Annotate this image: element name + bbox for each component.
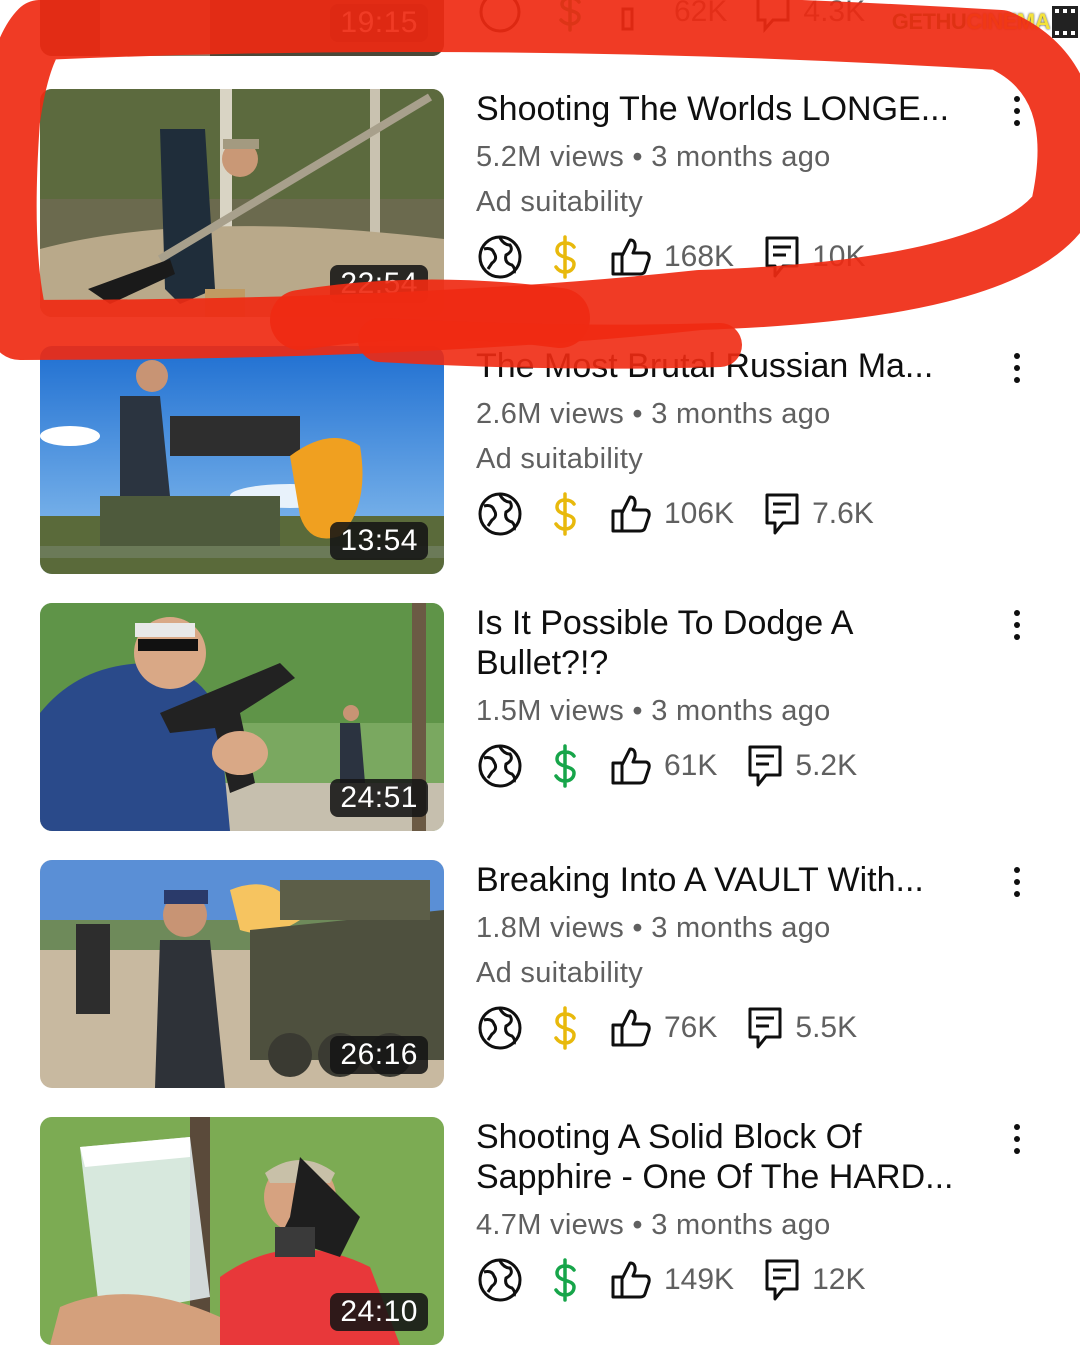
view-count: 4.7M views (476, 1209, 625, 1241)
video-row-partial[interactable]: 19:15 62K 4.3K (0, 0, 1080, 58)
dollar-icon[interactable] (550, 1256, 580, 1304)
video-row[interactable]: 22:54 Shooting The Worlds LONGE... 5.2M … (0, 89, 1080, 319)
comment-icon[interactable] (764, 1258, 800, 1302)
globe-icon[interactable] (476, 233, 524, 281)
dollar-icon[interactable] (550, 233, 580, 281)
view-count: 1.5M views (476, 695, 625, 727)
meta-separator: • (632, 141, 652, 173)
video-stats: 168K 10K (476, 233, 865, 281)
dollar-icon[interactable] (550, 742, 580, 790)
upload-age: 3 months ago (651, 398, 831, 430)
video-row[interactable]: 26:16 Breaking Into A VAULT With... 1.8M… (0, 860, 1080, 1090)
thumbs-up-icon[interactable] (610, 236, 652, 278)
dollar-icon (546, 0, 594, 34)
like-count: 76K (664, 1011, 718, 1044)
video-stats: 76K 5.5K (476, 1004, 857, 1052)
thumbs-up-icon[interactable] (610, 745, 652, 787)
comment-icon[interactable] (764, 235, 800, 279)
dollar-icon[interactable] (550, 1004, 580, 1052)
comment-icon (755, 0, 791, 33)
comment-icon[interactable] (747, 1006, 783, 1050)
video-thumbnail[interactable]: 24:51 (40, 603, 444, 831)
more-vert-icon[interactable] (1004, 605, 1030, 645)
video-duration: 24:51 (330, 779, 428, 817)
video-stats: 149K 12K (476, 1256, 865, 1304)
meta-separator: • (632, 398, 652, 430)
video-row[interactable]: 13:54 The Most Brutal Russian Ma... 2.6M… (0, 346, 1080, 576)
video-stats: 62K 4.3K (476, 0, 865, 36)
upload-age: 3 months ago (651, 695, 831, 727)
thumbs-up-icon (620, 0, 662, 33)
video-duration: 26:16 (330, 1036, 428, 1074)
comment-icon[interactable] (747, 744, 783, 788)
video-thumbnail[interactable]: 22:54 (40, 89, 444, 317)
globe-icon[interactable] (476, 1256, 524, 1304)
video-thumbnail[interactable]: 13:54 (40, 346, 444, 574)
video-title[interactable]: Is It Possible To Dodge A Bullet?!? (476, 603, 946, 683)
dollar-icon[interactable] (550, 490, 580, 538)
comment-icon[interactable] (764, 492, 800, 536)
globe-icon (476, 0, 524, 34)
globe-icon[interactable] (476, 1004, 524, 1052)
video-meta: 1.5M views • 3 months ago (476, 695, 831, 728)
thumbs-up-icon[interactable] (610, 1259, 652, 1301)
globe-icon[interactable] (476, 742, 524, 790)
video-duration: 13:54 (330, 522, 428, 560)
more-vert-icon[interactable] (1004, 91, 1030, 131)
video-meta: 1.8M views • 3 months ago (476, 912, 831, 945)
more-vert-icon[interactable] (1004, 1119, 1030, 1159)
upload-age: 3 months ago (651, 141, 831, 173)
meta-separator: • (632, 695, 652, 727)
comment-count: 7.6K (812, 497, 874, 530)
globe-icon[interactable] (476, 490, 524, 538)
video-meta: 5.2M views • 3 months ago (476, 141, 831, 174)
like-count: 106K (664, 497, 735, 530)
thumbs-up-icon[interactable] (610, 1007, 652, 1049)
video-thumbnail[interactable]: 24:10 (40, 1117, 444, 1345)
video-title[interactable]: Breaking Into A VAULT With... (476, 860, 1006, 900)
meta-separator: • (632, 912, 652, 944)
video-duration: 24:10 (330, 1293, 428, 1331)
video-thumbnail[interactable]: 26:16 (40, 860, 444, 1088)
meta-separator: • (632, 1209, 652, 1241)
more-vert-icon[interactable] (1004, 348, 1030, 388)
comment-count: 5.2K (795, 749, 858, 782)
thumbs-up-icon[interactable] (610, 493, 652, 535)
video-row[interactable]: 24:51 Is It Possible To Dodge A Bullet?!… (0, 603, 1080, 833)
like-count: 149K (664, 1263, 735, 1296)
video-title[interactable]: The Most Brutal Russian Ma... (476, 346, 1006, 386)
ad-suitability[interactable]: Ad suitability (476, 186, 643, 219)
comment-count: 5.5K (795, 1011, 858, 1044)
video-meta: 2.6M views • 3 months ago (476, 398, 831, 431)
video-duration: 19:15 (330, 4, 428, 42)
upload-age: 3 months ago (651, 912, 831, 944)
ad-suitability[interactable]: Ad suitability (476, 443, 643, 476)
comment-count: 4.3K (803, 0, 866, 28)
video-title[interactable]: Shooting The Worlds LONGE... (476, 89, 1006, 129)
video-list-screen: GETHU CINEMA 19:15 62K 4.3K 22:54 Shooti… (0, 0, 1080, 1350)
video-row[interactable]: 24:10 Shooting A Solid Block Of Sapphire… (0, 1117, 1080, 1347)
view-count: 2.6M views (476, 398, 625, 430)
ad-suitability[interactable]: Ad suitability (476, 957, 643, 990)
like-count: 168K (664, 240, 735, 273)
comment-count: 10K (812, 240, 866, 273)
like-count: 61K (664, 749, 718, 782)
video-thumbnail[interactable]: 19:15 (40, 0, 444, 56)
view-count: 5.2M views (476, 141, 625, 173)
video-stats: 106K 7.6K (476, 490, 874, 538)
video-stats: 61K 5.2K (476, 742, 857, 790)
view-count: 1.8M views (476, 912, 625, 944)
upload-age: 3 months ago (651, 1209, 831, 1241)
comment-count: 12K (812, 1263, 866, 1296)
more-vert-icon[interactable] (1004, 862, 1030, 902)
like-count: 62K (674, 0, 728, 28)
video-duration: 22:54 (330, 265, 428, 303)
video-title[interactable]: Shooting A Solid Block Of Sapphire - One… (476, 1117, 996, 1197)
video-meta: 4.7M views • 3 months ago (476, 1209, 831, 1242)
